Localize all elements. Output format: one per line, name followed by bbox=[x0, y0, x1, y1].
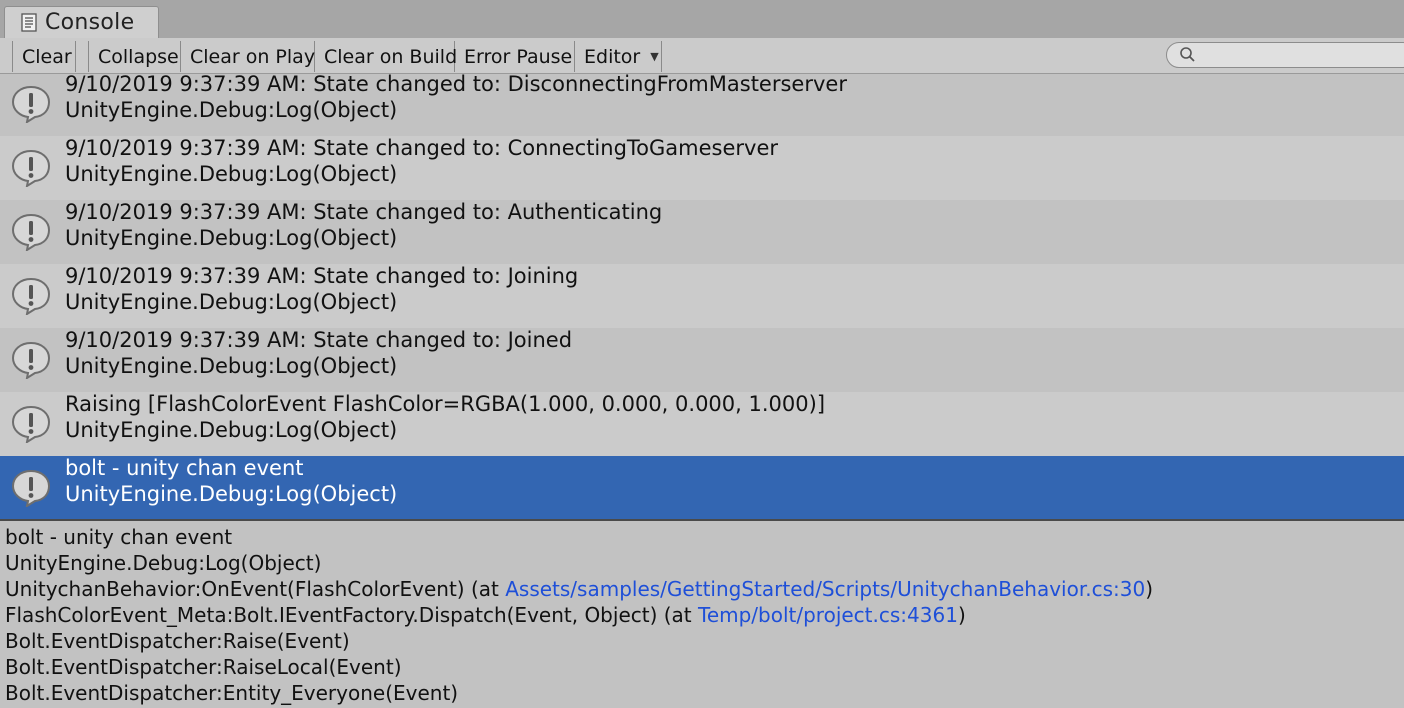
detail-trace-text: UnitychanBehavior:OnEvent(FlashColorEven… bbox=[5, 577, 506, 601]
log-entry[interactable]: 9/10/2019 9:37:39 AM: State changed to: … bbox=[0, 264, 1404, 328]
log-trace: UnityEngine.Debug:Log(Object) bbox=[65, 226, 398, 250]
info-speech-bubble-icon bbox=[11, 469, 51, 509]
info-speech-bubble-icon bbox=[11, 85, 51, 125]
log-entry[interactable]: 9/10/2019 9:37:39 AM: State changed to: … bbox=[0, 74, 1404, 136]
collapse-toggle-label: Collapse bbox=[98, 45, 179, 68]
log-message: 9/10/2019 9:37:39 AM: State changed to: … bbox=[65, 74, 847, 96]
log-entry[interactable]: Raising [FlashColorEvent FlashColor=RGBA… bbox=[0, 392, 1404, 456]
log-message: bolt - unity chan event bbox=[65, 456, 304, 480]
log-message: 9/10/2019 9:37:39 AM: State changed to: … bbox=[65, 328, 573, 352]
clear-on-build-toggle[interactable]: Clear on Build bbox=[315, 41, 458, 72]
source-file-link[interactable]: Assets/samples/GettingStarted/Scripts/Un… bbox=[505, 577, 1145, 601]
collapse-toggle[interactable]: Collapse bbox=[88, 41, 181, 72]
detail-trace-text: ) bbox=[1145, 577, 1153, 601]
error-pause-toggle[interactable]: Error Pause bbox=[455, 41, 575, 72]
tab-console[interactable]: Console bbox=[4, 6, 159, 38]
info-speech-bubble-icon bbox=[11, 149, 51, 189]
detail-trace-line: UnitychanBehavior:OnEvent(FlashColorEven… bbox=[5, 577, 1153, 601]
log-message: Raising [FlashColorEvent FlashColor=RGBA… bbox=[65, 392, 826, 416]
clear-on-play-toggle[interactable]: Clear on Play bbox=[181, 41, 315, 72]
error-pause-label: Error Pause bbox=[464, 45, 573, 68]
detail-trace-line: Bolt.EventDispatcher:Raise(Event) bbox=[5, 629, 350, 653]
console-icon bbox=[21, 13, 39, 33]
clear-on-play-label: Clear on Play bbox=[190, 45, 316, 68]
info-speech-bubble-icon bbox=[11, 341, 51, 381]
tab-bar: Console bbox=[0, 0, 1404, 38]
detail-message: bolt - unity chan event bbox=[5, 525, 233, 549]
clear-button-label: Clear bbox=[22, 45, 72, 68]
log-message: 9/10/2019 9:37:39 AM: State changed to: … bbox=[65, 136, 779, 160]
info-speech-bubble-icon bbox=[11, 277, 51, 317]
detail-trace-line: UnityEngine.Debug:Log(Object) bbox=[5, 551, 322, 575]
console-toolbar: Clear Collapse Clear on Play Clear on Bu… bbox=[0, 38, 1404, 74]
clear-button[interactable]: Clear bbox=[12, 41, 76, 72]
detail-trace-line: Bolt.EventDispatcher:RaiseLocal(Event) bbox=[5, 655, 402, 679]
detail-trace-line: FlashColorEvent_Meta:Bolt.IEventFactory.… bbox=[5, 603, 966, 627]
log-trace: UnityEngine.Debug:Log(Object) bbox=[65, 482, 398, 506]
log-list[interactable]: 9/10/2019 9:37:39 AM: State changed to: … bbox=[0, 74, 1404, 520]
search-icon bbox=[1179, 46, 1197, 68]
stack-trace-panel: bolt - unity chan event UnityEngine.Debu… bbox=[0, 521, 1404, 708]
editor-dropdown[interactable]: Editor ▼ bbox=[575, 41, 662, 72]
log-trace: UnityEngine.Debug:Log(Object) bbox=[65, 98, 398, 122]
log-trace: UnityEngine.Debug:Log(Object) bbox=[65, 418, 398, 442]
detail-trace-line: Bolt.EventDispatcher:Entity_Everyone(Eve… bbox=[5, 681, 459, 705]
tab-console-label: Console bbox=[45, 10, 135, 35]
detail-trace-text: ) bbox=[957, 603, 966, 627]
detail-trace-text: FlashColorEvent_Meta:Bolt.IEventFactory.… bbox=[5, 603, 698, 627]
log-trace: UnityEngine.Debug:Log(Object) bbox=[65, 290, 398, 314]
log-message: 9/10/2019 9:37:39 AM: State changed to: … bbox=[65, 200, 663, 224]
info-speech-bubble-icon bbox=[11, 213, 51, 253]
log-entry-selected[interactable]: bolt - unity chan event UnityEngine.Debu… bbox=[0, 456, 1404, 520]
log-entry[interactable]: 9/10/2019 9:37:39 AM: State changed to: … bbox=[0, 200, 1404, 264]
log-message: 9/10/2019 9:37:39 AM: State changed to: … bbox=[65, 264, 579, 288]
log-entry[interactable]: 9/10/2019 9:37:39 AM: State changed to: … bbox=[0, 136, 1404, 200]
clear-on-build-label: Clear on Build bbox=[324, 45, 458, 68]
log-trace: UnityEngine.Debug:Log(Object) bbox=[65, 162, 398, 186]
dropdown-arrow-icon: ▼ bbox=[650, 50, 659, 63]
search-input[interactable] bbox=[1166, 42, 1404, 68]
source-file-link[interactable]: Temp/bolt/project.cs:4361 bbox=[698, 603, 958, 627]
log-entry[interactable]: 9/10/2019 9:37:39 AM: State changed to: … bbox=[0, 328, 1404, 392]
info-speech-bubble-icon bbox=[11, 405, 51, 445]
editor-dropdown-label: Editor bbox=[584, 45, 641, 68]
log-trace: UnityEngine.Debug:Log(Object) bbox=[65, 354, 398, 378]
